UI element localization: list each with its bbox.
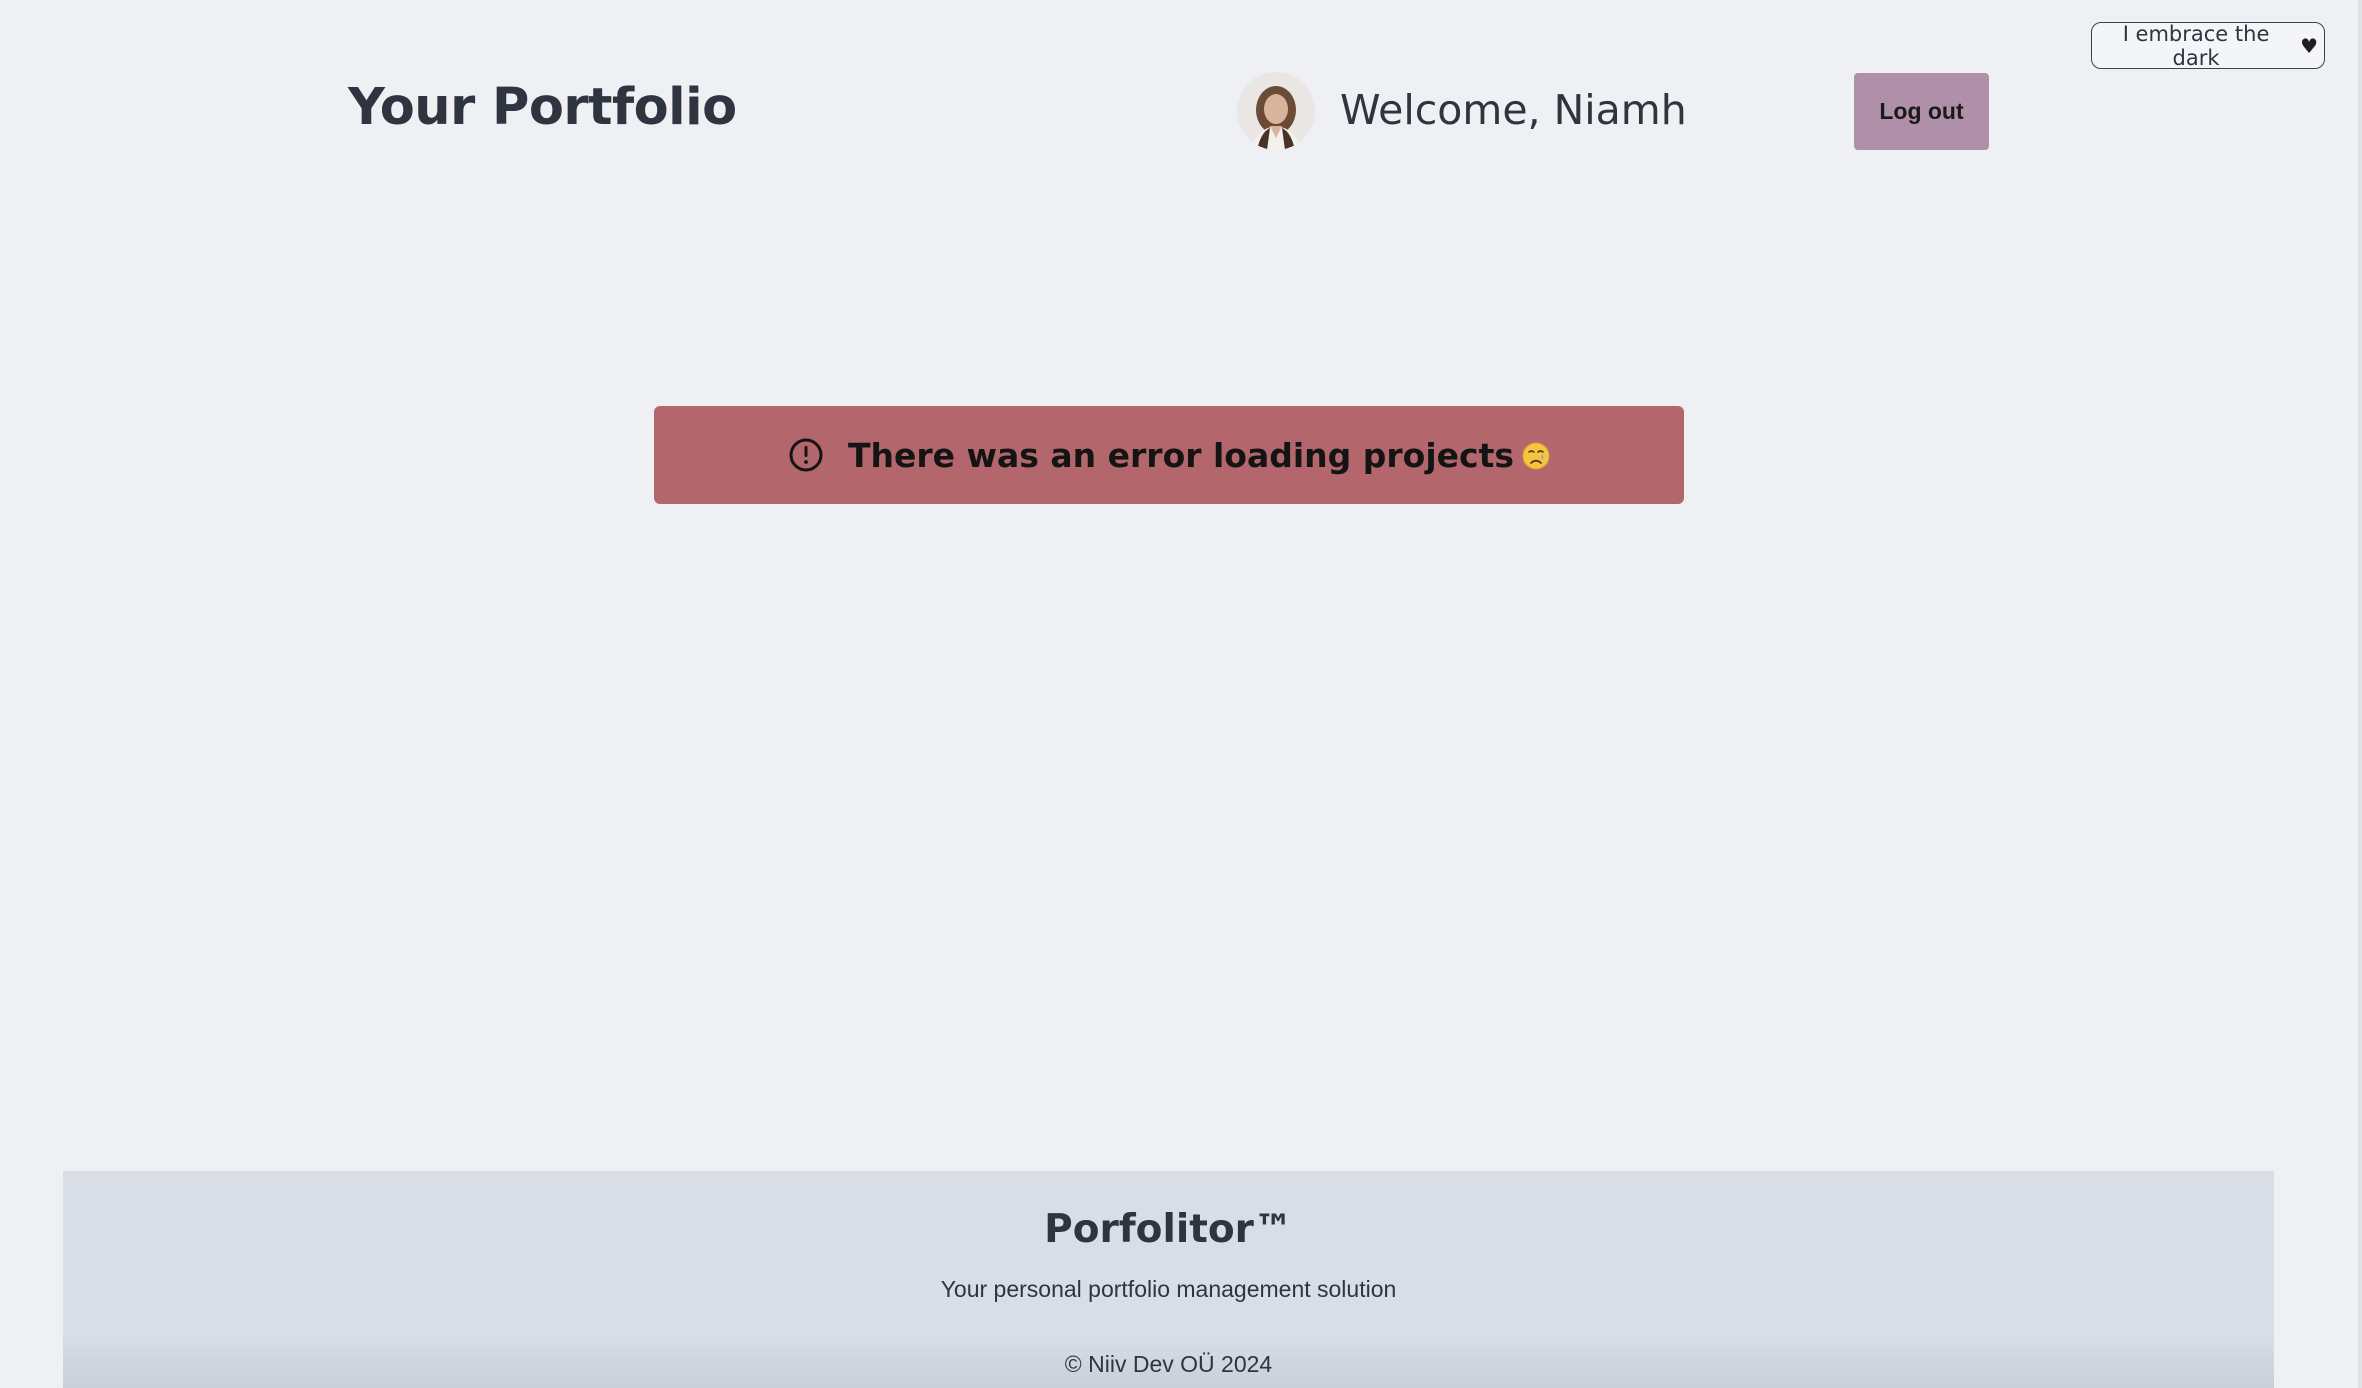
- portfolio-page: I embrace the dark ♥ Your Portfolio Welc…: [0, 0, 2362, 1388]
- error-banner: There was an error loading projects: [654, 406, 1684, 504]
- avatar: [1237, 72, 1315, 150]
- page-title: Your Portfolio: [348, 78, 737, 137]
- dark-mode-toggle-button[interactable]: I embrace the dark ♥: [2091, 21, 2325, 70]
- dark-mode-toggle-label: I embrace the dark: [2122, 21, 2270, 70]
- black-heart-icon: ♥: [2300, 33, 2318, 58]
- crying-face-icon: [1522, 442, 1550, 469]
- footer-brand: Porfolitor™: [1044, 1207, 1293, 1252]
- error-message: There was an error loading projects: [848, 436, 1550, 475]
- footer-copyright: © Niiv Dev OÜ 2024: [1064, 1351, 1273, 1377]
- footer-tagline: Your personal portfolio management solut…: [940, 1276, 1397, 1302]
- alert-circle-icon: [789, 438, 823, 472]
- welcome-message: Welcome, Niamh: [1340, 86, 1687, 134]
- scrollbar[interactable]: [2358, 0, 2362, 1388]
- footer: Porfolitor™ Your personal portfolio mana…: [63, 1171, 2274, 1388]
- logout-button[interactable]: Log out: [1854, 73, 1989, 150]
